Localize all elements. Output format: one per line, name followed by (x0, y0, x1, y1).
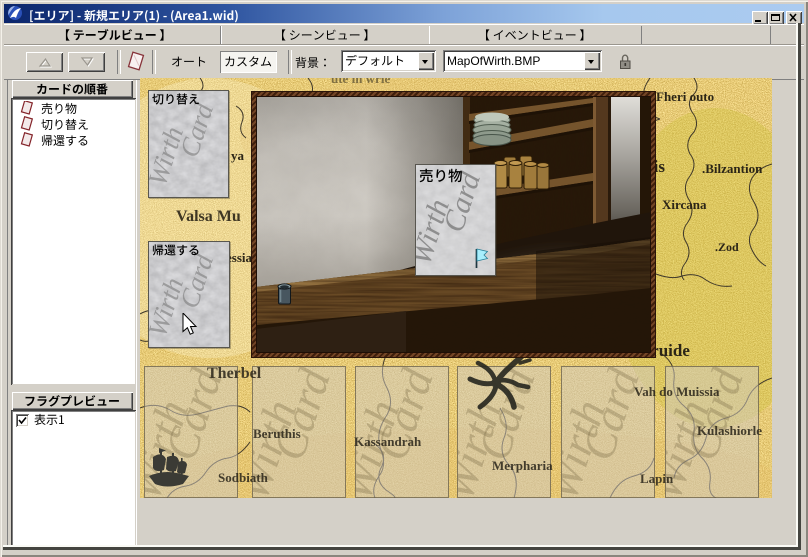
svg-text:Beruthis: Beruthis (253, 426, 301, 441)
svg-text:Lapin: Lapin (640, 471, 674, 486)
svg-text:Therbel: Therbel (207, 365, 262, 382)
svg-text:Vah do Muissia: Vah do Muissia (634, 384, 720, 399)
svg-text:Merpharia: Merpharia (492, 458, 553, 473)
svg-text:Kassandrah: Kassandrah (354, 434, 422, 449)
svg-text:Sodbiath: Sodbiath (218, 470, 269, 485)
svg-text:Kulashiorle: Kulashiorle (697, 423, 762, 438)
